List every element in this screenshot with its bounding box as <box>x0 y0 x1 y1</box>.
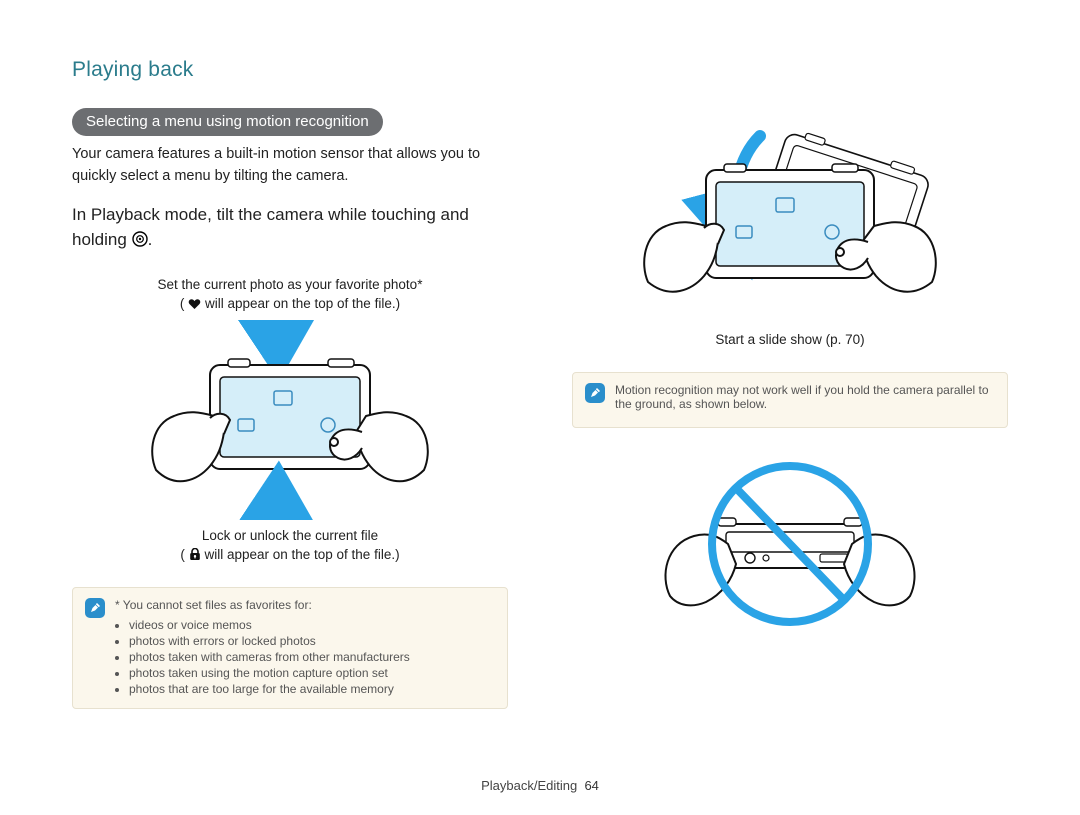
caption-lock-line2-pre: ( <box>180 547 185 562</box>
caption-favorite-line2-post: will appear on the top of the file.) <box>205 296 400 311</box>
note-lead: * You cannot set files as favorites for: <box>115 598 410 612</box>
hands-camera-topview-prohibited <box>572 446 1008 636</box>
note-item: videos or voice memos <box>129 618 410 632</box>
two-column-layout: Selecting a menu using motion recognitio… <box>72 108 1008 709</box>
note-parallel-text: Motion recognition may not work well if … <box>615 383 995 411</box>
caption-favorite: Set the current photo as your favorite p… <box>100 275 480 314</box>
note-item: photos with errors or locked photos <box>129 634 410 648</box>
instruction-post: . <box>148 230 153 249</box>
figure-tilt-updown: Set the current photo as your favorite p… <box>72 275 508 565</box>
figure-tilt-left: Start a slide show (p. 70) <box>572 114 1008 350</box>
caption-lock-line1: Lock or unlock the current file <box>202 528 378 543</box>
heart-icon <box>188 298 201 310</box>
manual-page: Playing back Selecting a menu using moti… <box>0 0 1080 815</box>
note-item: photos taken using the motion capture op… <box>129 666 410 680</box>
caption-favorite-line1: Set the current photo as your favorite p… <box>158 277 423 292</box>
subsection-pill: Selecting a menu using motion recognitio… <box>72 108 383 136</box>
caption-lock-line2-post: will appear on the top of the file.) <box>204 547 399 562</box>
note-text: Motion recognition may not work well if … <box>615 383 995 417</box>
note-pen-icon <box>85 598 105 618</box>
right-column: Start a slide show (p. 70) Motion recogn… <box>572 108 1008 642</box>
instruction-line: In Playback mode, tilt the camera while … <box>72 202 508 253</box>
target-icon <box>132 231 148 247</box>
hands-camera-tilt-updown <box>72 320 508 520</box>
figure-prohibited <box>572 446 1008 636</box>
section-title: Playing back <box>72 58 1008 82</box>
note-text: * You cannot set files as favorites for:… <box>115 598 410 698</box>
intro-paragraph: Your camera features a built-in motion s… <box>72 144 508 188</box>
note-limitations: * You cannot set files as favorites for:… <box>72 587 508 709</box>
hands-camera-tilt-left <box>572 114 1008 324</box>
caption-slideshow: Start a slide show (p. 70) <box>600 330 980 350</box>
footer-page-number: 64 <box>584 778 598 793</box>
page-footer: Playback/Editing 64 <box>0 778 1080 793</box>
note-item: photos that are too large for the availa… <box>129 682 410 696</box>
note-item: photos taken with cameras from other man… <box>129 650 410 664</box>
footer-breadcrumb: Playback/Editing <box>481 778 577 793</box>
note-list: videos or voice memos photos with errors… <box>115 618 410 696</box>
left-column: Selecting a menu using motion recognitio… <box>72 108 508 709</box>
caption-favorite-line2-pre: ( <box>180 296 185 311</box>
note-pen-icon <box>585 383 605 403</box>
lock-icon <box>189 548 201 561</box>
note-parallel-warning: Motion recognition may not work well if … <box>572 372 1008 428</box>
caption-lock: Lock or unlock the current file ( will a… <box>100 526 480 565</box>
